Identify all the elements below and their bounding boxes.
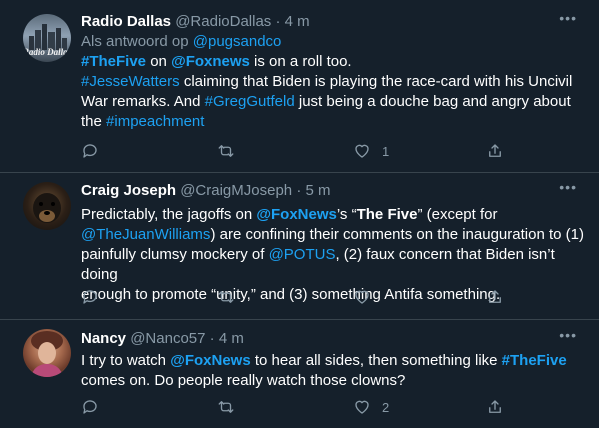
more-icon[interactable]: ••• <box>559 179 577 195</box>
share-icon <box>489 290 501 303</box>
timeline: Radio Dallas Radio Dallas @RadioDallas ·… <box>0 0 599 428</box>
avatar[interactable] <box>23 182 71 230</box>
share-icon <box>489 400 501 413</box>
more-icon[interactable]: ••• <box>559 10 577 26</box>
like-icon <box>355 400 369 414</box>
timestamp[interactable]: 5 m <box>305 182 330 199</box>
share-icon <box>489 144 501 157</box>
like-button[interactable]: 2 <box>353 397 389 417</box>
tweet-actions: 1 <box>81 141 511 161</box>
mention-link[interactable]: @FoxNews <box>256 206 336 223</box>
avatar[interactable]: Radio Dallas <box>23 14 71 62</box>
mention-link[interactable]: @TheJuanWilliams <box>81 226 210 243</box>
retweet-icon <box>218 145 234 157</box>
reply-icon <box>83 290 97 304</box>
share-button[interactable] <box>486 287 504 307</box>
like-button[interactable]: 1 <box>353 141 389 161</box>
reply-button[interactable] <box>81 287 99 307</box>
reply-button[interactable] <box>81 397 99 417</box>
skyline-icon: Radio Dallas <box>23 24 71 57</box>
handle[interactable]: @CraigMJoseph <box>180 182 292 199</box>
tweet-radio-dallas[interactable]: Radio Dallas Radio Dallas @RadioDallas ·… <box>0 0 599 173</box>
svg-text:Radio Dallas: Radio Dallas <box>23 47 71 57</box>
retweet-button[interactable] <box>217 141 235 161</box>
retweet-button[interactable] <box>217 287 235 307</box>
share-button[interactable] <box>486 397 504 417</box>
timestamp[interactable]: 4 m <box>285 13 310 30</box>
hashtag-link[interactable]: #impeachment <box>106 113 204 130</box>
mention-link[interactable]: @FoxNews <box>170 352 250 369</box>
like-icon <box>355 144 369 158</box>
hashtag-link[interactable]: #TheFive <box>502 352 567 369</box>
share-button[interactable] <box>486 141 504 161</box>
separator: · <box>275 13 281 30</box>
avatar[interactable] <box>23 329 71 377</box>
tweet-craig-joseph[interactable]: Craig Joseph @CraigMJoseph · 5 m ••• Pre… <box>0 173 599 320</box>
display-name[interactable]: Craig Joseph <box>81 182 176 199</box>
tweet-actions <box>81 287 511 307</box>
hashtag-link[interactable]: #TheFive <box>81 53 146 70</box>
like-count: 2 <box>382 399 390 415</box>
retweet-icon <box>218 291 234 303</box>
like-count: 1 <box>382 143 390 159</box>
tweet-text: #TheFive on @Foxnews is on a roll too. #… <box>81 53 573 130</box>
mention-link[interactable]: @Foxnews <box>171 53 250 70</box>
separator: · <box>296 182 302 199</box>
tweet-header: Radio Dallas @RadioDallas · 4 m <box>81 12 585 32</box>
tweet-header: Craig Joseph @CraigMJoseph · 5 m <box>81 181 585 201</box>
handle[interactable]: @RadioDallas <box>175 13 271 30</box>
like-button[interactable] <box>353 287 371 307</box>
timestamp[interactable]: 4 m <box>219 330 244 347</box>
like-icon <box>355 290 369 304</box>
reply-context: Als antwoord op @pugsandco <box>81 33 282 50</box>
handle[interactable]: @Nanco57 <box>130 330 205 347</box>
tweet-actions: 2 <box>81 397 511 417</box>
retweet-button[interactable] <box>217 397 235 417</box>
reply-icon <box>83 144 97 158</box>
separator: · <box>209 330 215 347</box>
dog-avatar-icon <box>33 193 61 223</box>
reply-to-link[interactable]: @pugsandco <box>193 33 282 50</box>
reply-icon <box>83 400 97 414</box>
tweet-header: Nancy @Nanco57 · 4 m <box>81 329 585 349</box>
tweet-text: I try to watch @FoxNews to hear all side… <box>81 352 567 389</box>
hashtag-link[interactable]: #GregGutfeld <box>205 93 295 110</box>
person-avatar-icon <box>31 331 63 377</box>
hashtag-link[interactable]: #JesseWatters <box>81 73 180 90</box>
display-name[interactable]: Radio Dallas <box>81 13 171 30</box>
tweet-nancy[interactable]: Nancy @Nanco57 · 4 m ••• I try to watch … <box>0 320 599 428</box>
reply-button[interactable] <box>81 141 99 161</box>
display-name[interactable]: Nancy <box>81 330 126 347</box>
more-icon[interactable]: ••• <box>559 327 577 343</box>
mention-link[interactable]: @POTUS <box>269 246 336 263</box>
retweet-icon <box>218 401 234 413</box>
